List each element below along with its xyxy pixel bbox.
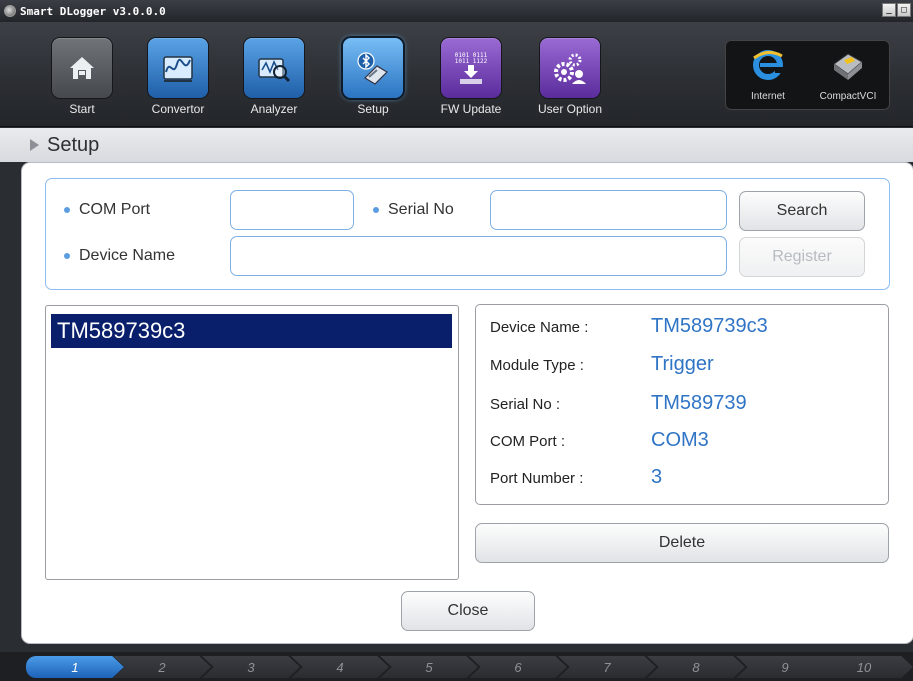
info-value: TM589739	[651, 392, 747, 414]
list-item[interactable]: TM589739c3	[51, 314, 452, 348]
device-info-panel: Device Name : TM589739c3 Module Type : T…	[475, 304, 889, 505]
external-tools-group: Internet CompactVCI	[725, 40, 890, 110]
svg-text:1011 1122: 1011 1122	[455, 58, 488, 65]
info-key: Port Number :	[490, 470, 584, 487]
toolbar-label: Start	[69, 102, 95, 116]
step-3[interactable]: 3	[202, 656, 300, 678]
info-value: 3	[651, 466, 663, 488]
device-list[interactable]: TM589739c3	[45, 305, 459, 580]
step-7[interactable]: 7	[558, 656, 656, 678]
toolbar-convertor[interactable]: Convertor	[136, 38, 220, 116]
toolbar-internet[interactable]: Internet	[728, 44, 808, 102]
toolbar-label: User Option	[537, 102, 603, 116]
device-name-label: Device Name	[64, 247, 175, 265]
triangle-right-icon	[30, 139, 39, 151]
window-title: Smart DLogger v3.0.0.0	[20, 4, 166, 18]
toolbar-analyzer[interactable]: Analyzer	[232, 38, 316, 116]
info-value: TM589739c3	[651, 315, 768, 337]
gear-user-icon	[540, 38, 600, 98]
register-button[interactable]: Register	[739, 237, 865, 277]
window-controls: _ □	[882, 3, 911, 17]
bullet-icon	[373, 207, 379, 213]
toolbar-label: Setup	[357, 102, 389, 116]
step-4[interactable]: 4	[291, 656, 389, 678]
step-10[interactable]: 10	[815, 656, 913, 678]
waveform-icon	[148, 38, 208, 98]
device-name-input[interactable]	[230, 236, 727, 276]
bluetooth-device-icon	[343, 38, 403, 98]
step-8[interactable]: 8	[647, 656, 745, 678]
toolbar-start[interactable]: Start	[40, 38, 124, 116]
setup-panel: COM Port Serial No Search Device Name Re…	[22, 163, 913, 643]
delete-button[interactable]: Delete	[475, 523, 889, 563]
magnifier-icon	[244, 38, 304, 98]
serial-no-label: Serial No	[373, 201, 454, 219]
step-1[interactable]: 1	[26, 656, 124, 678]
step-5[interactable]: 5	[380, 656, 478, 678]
info-key: Serial No :	[490, 396, 561, 413]
step-progress-bar: 1 2 3 4 5 6 7 8 9 10	[0, 652, 913, 681]
serial-no-input[interactable]	[490, 190, 727, 230]
toolbar-fw-update[interactable]: 0101 0111 1011 1122 FW Update	[429, 38, 513, 116]
device-name-label-text: Device Name	[79, 247, 176, 264]
close-button[interactable]: Close	[401, 591, 535, 631]
main-toolbar: Start Convertor Analyzer Setup 0101 0111…	[0, 22, 913, 127]
info-row-serial-no: Serial No : TM589739	[490, 390, 880, 422]
toolbar-label: FW Update	[440, 102, 502, 116]
info-value: Trigger	[651, 353, 714, 375]
search-button[interactable]: Search	[739, 191, 865, 231]
step-2[interactable]: 2	[113, 656, 211, 678]
internet-explorer-icon	[744, 44, 792, 88]
serial-no-label-text: Serial No	[388, 201, 454, 218]
maximize-button[interactable]: □	[897, 3, 911, 17]
info-value: COM3	[651, 429, 709, 451]
bullet-icon	[64, 253, 70, 259]
device-search-form: COM Port Serial No Search Device Name Re…	[45, 178, 890, 290]
toolbar-label: Convertor	[151, 102, 205, 116]
home-icon	[52, 38, 112, 98]
toolbar-setup[interactable]: Setup	[331, 38, 415, 116]
section-header: Setup	[0, 128, 913, 162]
toolbar-label: CompactVCI	[819, 91, 877, 102]
title-bar: Smart DLogger v3.0.0.0 _ □	[0, 0, 913, 22]
chip-download-icon: 0101 0111 1011 1122	[441, 38, 501, 98]
info-row-device-name: Device Name : TM589739c3	[490, 313, 880, 345]
info-key: Module Type :	[490, 357, 584, 374]
step-6[interactable]: 6	[469, 656, 567, 678]
vci-device-icon	[824, 44, 872, 88]
toolbar-label: Internet	[751, 91, 785, 102]
info-row-port-number: Port Number : 3	[490, 464, 880, 496]
bullet-icon	[64, 207, 70, 213]
minimize-button[interactable]: _	[882, 3, 896, 17]
app-window: Smart DLogger v3.0.0.0 _ □ Start Convert…	[0, 0, 913, 681]
toolbar-user-option[interactable]: User Option	[528, 38, 612, 116]
info-key: COM Port :	[490, 433, 566, 450]
page-title: Setup	[47, 133, 100, 156]
com-port-label: COM Port	[64, 201, 150, 219]
com-port-input[interactable]	[230, 190, 354, 230]
toolbar-compactvci[interactable]: CompactVCI	[808, 44, 888, 102]
info-key: Device Name :	[490, 319, 589, 336]
com-port-label-text: COM Port	[79, 201, 151, 218]
toolbar-label: Analyzer	[250, 102, 298, 116]
info-row-com-port: COM Port : COM3	[490, 427, 880, 459]
app-logo-icon	[4, 5, 16, 17]
info-row-module-type: Module Type : Trigger	[490, 351, 880, 383]
